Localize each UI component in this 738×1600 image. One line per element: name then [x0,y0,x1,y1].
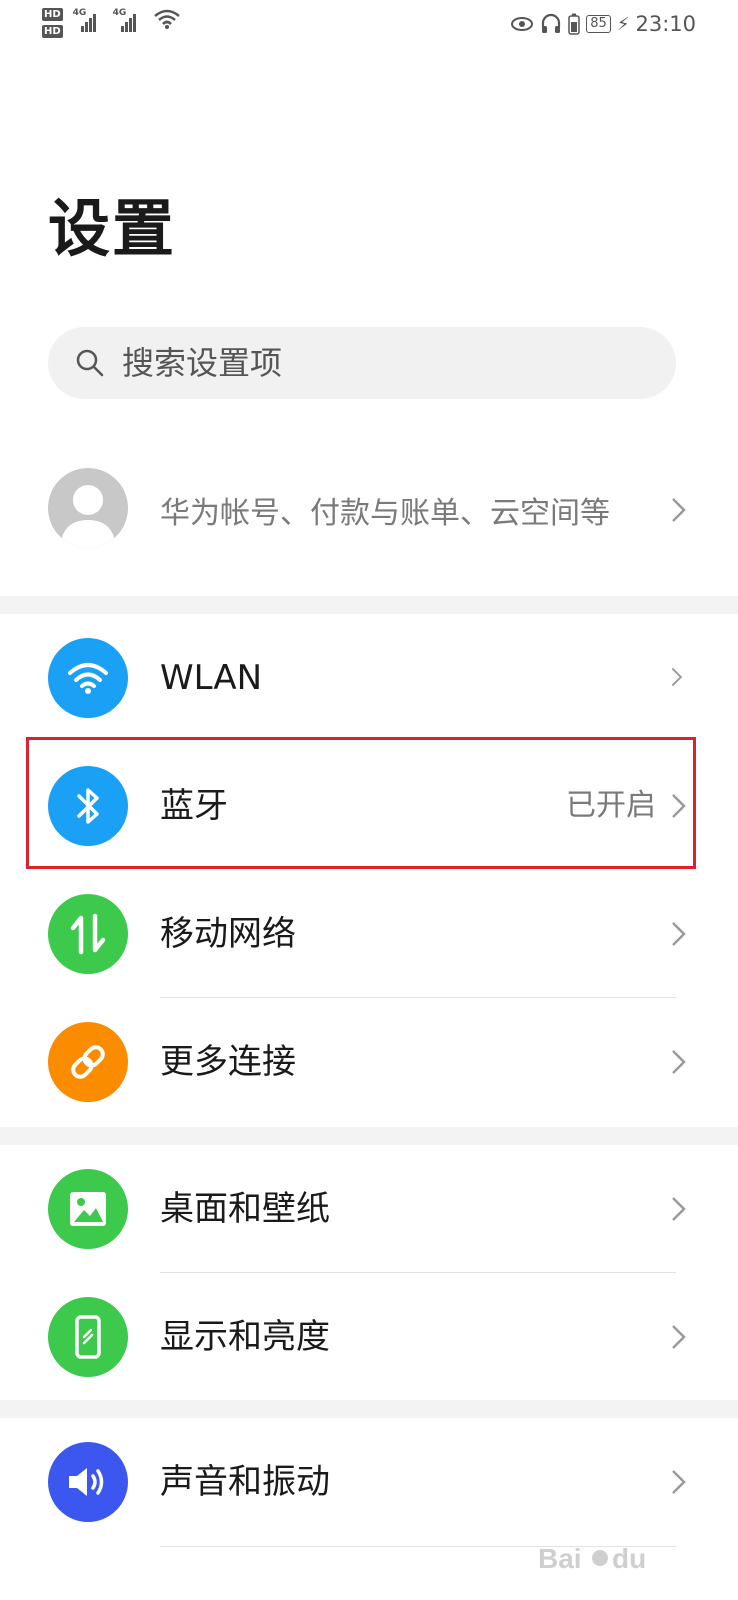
search-input[interactable] [120,343,644,383]
headphones-icon [542,13,561,33]
section-divider [0,1400,738,1418]
mobile-data-icon [48,894,128,974]
chevron-right-icon [672,922,686,946]
phone-battery-icon [568,13,581,35]
settings-item-wallpaper[interactable]: 桌面和壁纸 [0,1145,738,1273]
signal-icon: 4G [73,8,103,32]
settings-item-label: 显示和亮度 [160,1317,330,1357]
chevron-right-icon [672,1325,686,1349]
highlight-box [26,737,696,869]
svg-text:du: du [612,1543,646,1574]
eye-icon [511,17,534,31]
chevron-right-icon [672,1050,686,1074]
status-bar-left: HD HD 4G 4G [42,8,181,38]
chevron-right-icon [672,1197,686,1221]
signal-icon: 4G [113,8,143,32]
settings-item-display[interactable]: 显示和亮度 [0,1273,738,1401]
search-icon [76,349,104,377]
section-divider [0,1127,738,1145]
hd-indicators: HD HD [42,8,63,38]
clock: 23:10 [635,12,696,36]
chevron-right-icon [671,667,683,687]
account-description: 华为帐号、付款与账单、云空间等 [160,496,610,531]
baidu-watermark-logo: Bai du [538,1543,646,1574]
chevron-right-icon [672,1470,686,1494]
settings-item-wlan[interactable]: WLAN [0,614,738,742]
status-bar-right: 85 ⚡ 23:10 [510,12,696,36]
svg-text:Bai: Bai [538,1543,582,1574]
speaker-icon [48,1442,128,1522]
image-icon [48,1169,128,1249]
page-title: 设置 [48,192,177,265]
settings-item-mobile-network[interactable]: 移动网络 [0,870,738,998]
battery-level: 85 [586,15,611,33]
status-bar: HD HD 4G 4G 85 ⚡ 23:10 [0,0,738,52]
settings-item-label: 移动网络 [160,914,296,954]
settings-item-label: 声音和振动 [160,1462,330,1502]
chevron-right-icon [672,498,686,522]
display-icon [48,1297,128,1377]
hd2-badge: HD [42,25,63,38]
search-bar[interactable] [48,327,676,399]
avatar [48,468,128,548]
settings-item-label: WLAN [160,658,263,698]
settings-item-sound[interactable]: 声音和振动 [0,1418,738,1546]
link-icon [48,1022,128,1102]
settings-item-label: 更多连接 [160,1042,296,1082]
account-row[interactable]: 华为帐号、付款与账单、云空间等 [0,460,738,596]
charging-icon: ⚡ [616,13,630,35]
section-divider [0,596,738,614]
settings-item-label: 桌面和壁纸 [160,1189,330,1229]
wifi-status-icon [153,9,180,29]
wifi-icon [48,638,128,718]
settings-item-more-connections[interactable]: 更多连接 [0,998,738,1126]
hd1-badge: HD [42,8,63,21]
user-icon [60,485,116,548]
